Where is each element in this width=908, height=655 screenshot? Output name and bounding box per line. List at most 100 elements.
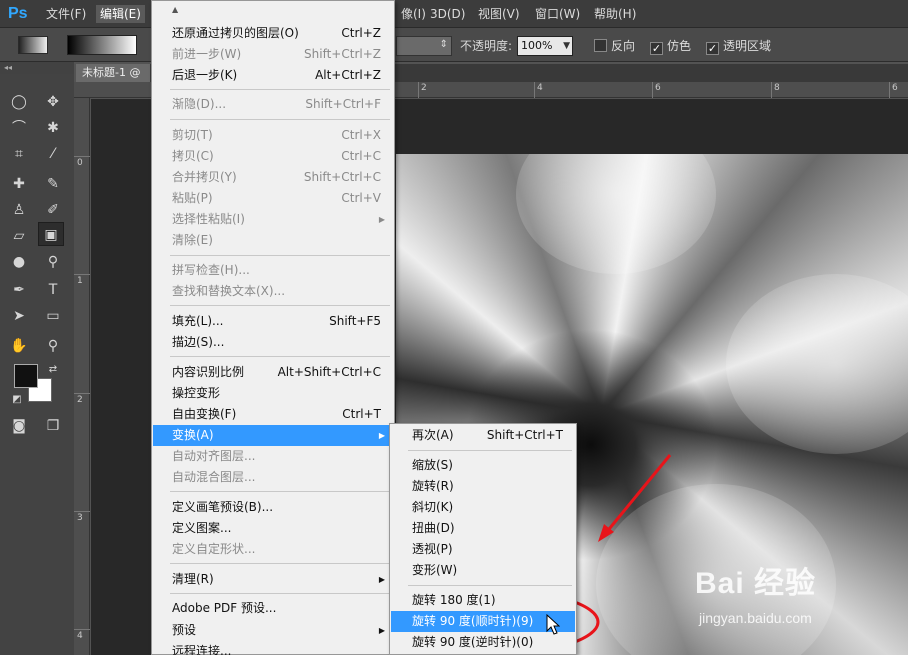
- blur-tool-icon[interactable]: ●: [6, 250, 32, 274]
- menu-item-skew[interactable]: 斜切(K): [391, 497, 575, 518]
- menu-item-adobe-pdf-presets[interactable]: Adobe PDF 预设...: [153, 598, 393, 619]
- screen-mode-icon[interactable]: ❐: [40, 414, 66, 438]
- crop-tool-icon[interactable]: ⌗: [6, 142, 32, 166]
- photoshop-logo: Ps: [8, 5, 28, 22]
- checkbox-checked-icon[interactable]: ✓: [650, 42, 663, 55]
- menu-item-copy-merged[interactable]: 合并拷贝(Y) Shift+Ctrl+C: [153, 167, 393, 188]
- default-colors-icon[interactable]: ◩: [4, 388, 30, 412]
- menu-item-auto-align-layers[interactable]: 自动对齐图层...: [153, 446, 393, 467]
- menu-help[interactable]: 帮助(H): [590, 5, 640, 23]
- type-tool-icon[interactable]: T: [40, 278, 66, 302]
- blend-mode-select[interactable]: ⇕: [396, 36, 452, 56]
- reverse-checkbox[interactable]: 反向: [594, 37, 635, 54]
- ruler-tick: 2: [77, 395, 83, 405]
- menu-item-check-spelling[interactable]: 拼写检查(H)...: [153, 260, 393, 281]
- menu-item-distort[interactable]: 扭曲(D): [391, 518, 575, 539]
- gradient-editor-swatch[interactable]: [67, 35, 137, 55]
- menu-item-paste[interactable]: 粘贴(P) Ctrl+V: [153, 188, 393, 209]
- menu-item-stroke[interactable]: 描边(S)...: [153, 332, 393, 353]
- menu-window[interactable]: 窗口(W): [531, 5, 584, 23]
- scroll-up-icon[interactable]: ▲: [172, 5, 178, 14]
- quick-mask-icon[interactable]: ◙: [6, 414, 32, 438]
- menu-item-content-aware-scale[interactable]: 内容识别比例 Alt+Shift+Ctrl+C: [153, 362, 393, 383]
- eraser-tool-icon[interactable]: ▱: [6, 224, 32, 248]
- menu-item-fade[interactable]: 渐隐(D)... Shift+Ctrl+F: [153, 94, 393, 115]
- move-tool-icon[interactable]: ✥: [40, 90, 66, 114]
- menu-item-perspective[interactable]: 透视(P): [391, 539, 575, 560]
- foreground-color-swatch[interactable]: [14, 364, 38, 388]
- pen-tool-icon[interactable]: ✒: [6, 278, 32, 302]
- tool-preset-picker[interactable]: [18, 36, 48, 54]
- menu-separator: [170, 89, 390, 90]
- submenu-arrow-icon: ▶: [378, 626, 385, 635]
- submenu-arrow-icon: ▶: [378, 575, 385, 584]
- menu-item-clear[interactable]: 清除(E): [153, 230, 393, 251]
- chevron-down-icon[interactable]: ▼: [563, 37, 570, 55]
- chevron-updown-icon: ⇕: [439, 39, 448, 50]
- menu-item-paste-special[interactable]: 选择性粘贴(I) ▶: [153, 209, 393, 230]
- menu-image[interactable]: 像(I): [397, 5, 430, 23]
- menu-item-define-pattern[interactable]: 定义图案...: [153, 518, 393, 539]
- menu-3d[interactable]: 3D(D): [426, 5, 469, 23]
- menu-item-cut[interactable]: 剪切(T) Ctrl+X: [153, 125, 393, 146]
- menu-item-fill[interactable]: 填充(L)... Shift+F5: [153, 311, 393, 332]
- document-tab[interactable]: 未标题-1 @: [76, 64, 150, 82]
- menu-file[interactable]: 文件(F): [42, 5, 90, 23]
- menu-view[interactable]: 视图(V): [474, 5, 524, 23]
- menu-separator: [170, 356, 390, 357]
- menu-item-puppet-warp[interactable]: 操控变形: [153, 383, 393, 404]
- history-brush-icon[interactable]: ✐: [40, 198, 66, 222]
- menu-item-warp[interactable]: 变形(W): [391, 560, 575, 581]
- menu-item-define-custom-shape[interactable]: 定义自定形状...: [153, 539, 393, 560]
- menu-item-scale[interactable]: 缩放(S): [391, 455, 575, 476]
- menu-item-rotate[interactable]: 旋转(R): [391, 476, 575, 497]
- menu-item-find-replace[interactable]: 查找和替换文本(X)...: [153, 281, 393, 302]
- menu-item-presets[interactable]: 预设 ▶: [153, 620, 393, 641]
- menu-separator: [408, 450, 572, 451]
- dodge-tool-icon[interactable]: ⚲: [40, 250, 66, 274]
- rectangle-tool-icon[interactable]: ▭: [40, 304, 66, 328]
- hand-tool-icon[interactable]: ✋: [6, 334, 32, 358]
- swap-colors-icon[interactable]: ⇄: [40, 358, 66, 382]
- menu-item-transform[interactable]: 变换(A) ▶: [153, 425, 393, 446]
- magic-wand-icon[interactable]: ✱: [40, 116, 66, 140]
- checkbox-checked-icon[interactable]: ✓: [706, 42, 719, 55]
- healing-brush-icon[interactable]: ✚: [6, 172, 32, 196]
- opacity-input[interactable]: 100% ▼: [517, 36, 573, 56]
- path-selection-icon[interactable]: ➤: [6, 304, 32, 328]
- marquee-tool-icon[interactable]: ◯: [6, 90, 32, 114]
- ruler-tick: 1: [77, 276, 83, 286]
- menu-item-auto-blend-layers[interactable]: 自动混合图层...: [153, 467, 393, 488]
- transparency-checkbox[interactable]: ✓ 透明区域: [706, 37, 771, 55]
- panel-collapse-handle[interactable]: ◂◂: [0, 62, 74, 74]
- ruler-tick: 6: [655, 83, 661, 93]
- ruler-tick: 3: [77, 513, 83, 523]
- menu-item-free-transform[interactable]: 自由变换(F) Ctrl+T: [153, 404, 393, 425]
- lasso-tool-icon[interactable]: ⌒: [6, 116, 32, 140]
- zoom-tool-icon[interactable]: ⚲: [40, 334, 66, 358]
- checkbox-unchecked-icon[interactable]: [594, 39, 607, 52]
- submenu-arrow-icon: ▶: [378, 431, 385, 440]
- brush-tool-icon[interactable]: ✎: [40, 172, 66, 196]
- menu-edit[interactable]: 编辑(E): [96, 5, 145, 23]
- menu-item-remote-connections[interactable]: 远程连接...: [153, 641, 393, 655]
- menu-item-step-backward[interactable]: 后退一步(K) Alt+Ctrl+Z: [153, 65, 393, 86]
- menu-item-step-forward[interactable]: 前进一步(W) Shift+Ctrl+Z: [153, 44, 393, 65]
- menu-bar: Ps 文件(F) 编辑(E) 像(I) 3D(D) 视图(V) 窗口(W) 帮助…: [0, 0, 908, 28]
- menu-item-again[interactable]: 再次(A) Shift+Ctrl+T: [391, 425, 575, 446]
- menu-item-define-brush[interactable]: 定义画笔预设(B)...: [153, 497, 393, 518]
- menu-item-copy[interactable]: 拷贝(C) Ctrl+C: [153, 146, 393, 167]
- clone-stamp-icon[interactable]: ♙: [6, 198, 32, 222]
- reverse-label: 反向: [611, 39, 636, 53]
- menu-item-rotate-180[interactable]: 旋转 180 度(1): [391, 590, 575, 611]
- menu-item-purge[interactable]: 清理(R) ▶: [153, 569, 393, 590]
- gradient-tool-icon[interactable]: ▣: [38, 222, 64, 246]
- eyedropper-icon[interactable]: ⁄: [40, 142, 66, 166]
- dither-label: 仿色: [667, 39, 692, 53]
- menu-item-undo[interactable]: 还原通过拷贝的图层(O) Ctrl+Z: [153, 23, 393, 44]
- menu-separator: [170, 119, 390, 120]
- ruler-tick: 8: [774, 83, 780, 93]
- options-bar: ⇕ 不透明度: 100% ▼ 反向 ✓ 仿色 ✓ 透明区域: [0, 28, 908, 62]
- opacity-value: 100%: [521, 39, 553, 52]
- dither-checkbox[interactable]: ✓ 仿色: [650, 37, 691, 55]
